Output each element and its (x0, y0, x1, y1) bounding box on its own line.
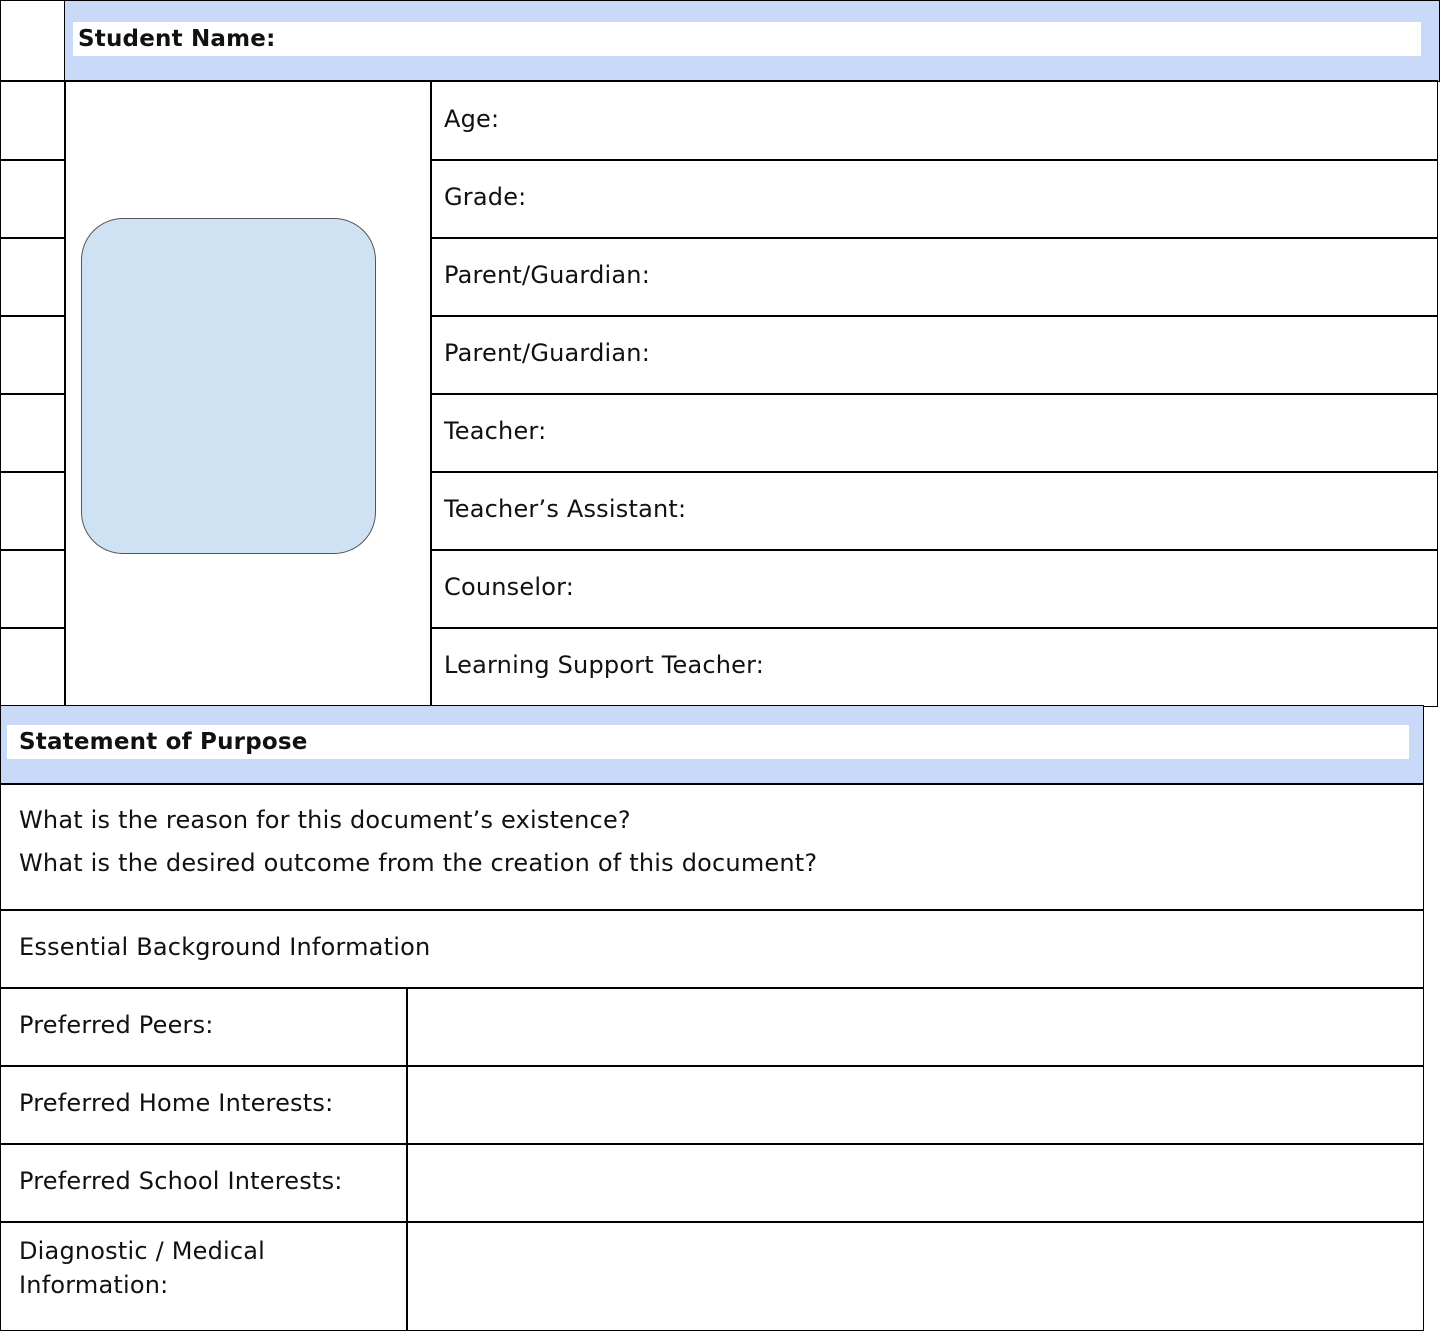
essential-background-cell[interactable]: Essential Background Information (0, 909, 1424, 989)
profile-field-label: Counselor: (444, 573, 575, 601)
preference-label: Preferred Home Interests: (19, 1089, 334, 1117)
profile-field-counselor[interactable]: Counselor: (430, 549, 1438, 629)
profile-field-label: Parent/Guardian: (444, 261, 650, 289)
profile-field-grade[interactable]: Grade: (430, 159, 1438, 239)
photo-cell (64, 80, 432, 707)
preference-value-cell[interactable] (406, 1221, 1424, 1331)
preference-label-cell: Preferred School Interests: (0, 1143, 408, 1223)
statement-of-purpose-title: Statement of Purpose (19, 729, 308, 755)
student-name-label: Student Name: (78, 26, 276, 52)
preference-label: Preferred School Interests: (19, 1167, 343, 1195)
preference-label: Preferred Peers: (19, 1011, 214, 1039)
preference-value-cell[interactable] (406, 1143, 1424, 1223)
left-col-cell (0, 80, 66, 161)
statement-of-purpose-header: Statement of Purpose (0, 705, 1424, 785)
purpose-question-reason: What is the reason for this document’s e… (19, 806, 631, 834)
profile-field-parent-guardian-1[interactable]: Parent/Guardian: (430, 237, 1438, 317)
left-col-cell (0, 627, 66, 707)
profile-field-teachers-assistant[interactable]: Teacher’s Assistant: (430, 471, 1438, 551)
profile-field-label: Parent/Guardian: (444, 339, 650, 367)
profile-field-parent-guardian-2[interactable]: Parent/Guardian: (430, 315, 1438, 395)
name-row-left-cell (0, 0, 66, 82)
left-col-cell (0, 549, 66, 629)
profile-field-label: Grade: (444, 183, 527, 211)
left-col-cell (0, 471, 66, 551)
student-name-header: Student Name: (64, 0, 1440, 82)
preference-label-cell: Preferred Home Interests: (0, 1065, 408, 1145)
preference-label-cell: Preferred Peers: (0, 987, 408, 1067)
essential-background-title: Essential Background Information (19, 933, 431, 961)
preference-label: Diagnostic / Medical Information: (19, 1237, 266, 1299)
profile-field-teacher[interactable]: Teacher: (430, 393, 1438, 473)
preference-label-cell: Diagnostic / Medical Information: (0, 1221, 408, 1331)
student-photo-placeholder[interactable] (81, 218, 376, 554)
profile-field-label: Learning Support Teacher: (444, 651, 765, 679)
profile-field-label: Teacher: (444, 417, 547, 445)
preference-value-cell[interactable] (406, 1065, 1424, 1145)
left-col-cell (0, 315, 66, 395)
left-col-cell (0, 393, 66, 473)
purpose-question-outcome: What is the desired outcome from the cre… (19, 849, 818, 877)
preference-value-cell[interactable] (406, 987, 1424, 1067)
profile-field-age[interactable]: Age: (430, 80, 1438, 161)
left-col-cell (0, 159, 66, 239)
profile-field-label: Age: (444, 105, 500, 133)
left-col-cell (0, 237, 66, 317)
purpose-questions-cell[interactable]: What is the reason for this document’s e… (0, 783, 1424, 911)
profile-field-learning-support-teacher[interactable]: Learning Support Teacher: (430, 627, 1438, 707)
profile-field-label: Teacher’s Assistant: (444, 495, 687, 523)
